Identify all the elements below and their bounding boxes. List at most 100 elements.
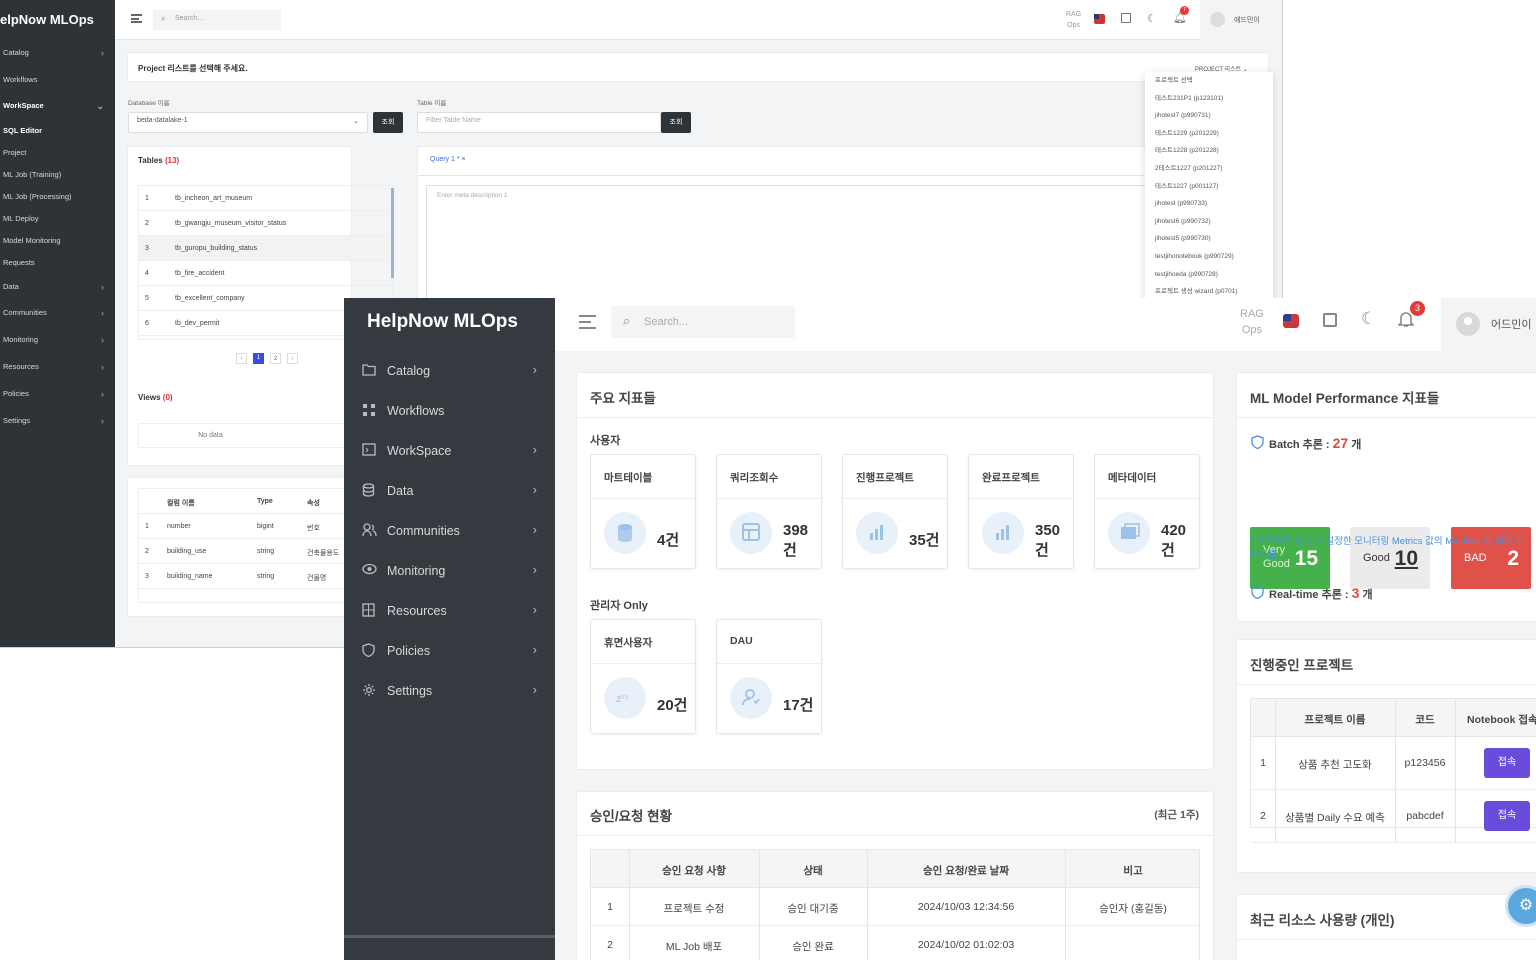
notebook-connect-button[interactable]: 접속 — [1484, 801, 1530, 831]
flag-icon[interactable] — [1283, 314, 1299, 328]
prev-page-button[interactable]: ‹ — [236, 353, 247, 364]
rag-ops-label[interactable]: RAG Ops — [1240, 306, 1264, 338]
table-label: Table 이름 — [417, 100, 447, 107]
back-sidebar-item-data[interactable]: Data › — [3, 282, 108, 296]
sidebar-item-label: Catalog — [387, 364, 431, 378]
project-option[interactable]: 테스트231P1 (p123101) — [1145, 90, 1273, 108]
col: 프로젝트 이름 — [1304, 714, 1366, 726]
fullscreen-icon[interactable] — [1121, 13, 1131, 23]
project-option[interactable]: jihotest (p990733) — [1145, 195, 1273, 213]
rag-ops-label[interactable]: RAG Ops — [1066, 9, 1081, 31]
label: Communities — [3, 308, 47, 317]
sidebar-item-communities[interactable]: Communities › — [362, 521, 537, 545]
performance-title: ML Model Performance 지표들 — [1250, 391, 1440, 406]
table-row[interactable]: 4 tb_fire_accident — [139, 261, 392, 286]
stat-card[interactable]: DAU 17건 — [716, 619, 822, 734]
tables-panel: Tables (13) 1 tb_incheon_art_museum 2 tb_g… — [127, 146, 394, 466]
notebook-connect-button[interactable]: 접속 — [1484, 748, 1530, 778]
back-sidebar-item-ml-job-processing[interactable]: ML Job (Processing) — [3, 192, 108, 206]
table-row[interactable]: 2 tb_gwangju_museum_visitor_status — [139, 211, 392, 236]
gear-icon[interactable]: ⚙ — [1505, 885, 1536, 927]
column-row[interactable]: 2 building_use string 건축물용도 — [139, 539, 352, 564]
scrollbar[interactable] — [391, 188, 394, 278]
sidebar-item-resources[interactable]: Resources › — [362, 601, 537, 625]
chevron-right-icon: › — [532, 482, 537, 497]
column-row[interactable]: 1 number bigint 번호 — [139, 514, 352, 539]
stat-card[interactable]: 휴면사용자 zᶻᶻ 20건 — [590, 619, 696, 734]
back-sidebar-item-model-monitoring[interactable]: Model Monitoring — [3, 236, 108, 250]
page-1-button[interactable]: 1 — [253, 353, 264, 364]
project-option[interactable]: testjihoeda (p990728) — [1145, 266, 1273, 284]
project-option[interactable]: testjihonotebook (p990729) — [1145, 248, 1273, 266]
back-sidebar-item-requests[interactable]: Requests — [3, 258, 108, 272]
ongoing-title: 진행중인 프로젝트 — [1250, 658, 1354, 673]
no: 1 — [1260, 757, 1266, 769]
query-editor[interactable]: Enter meta description 1 — [426, 185, 1161, 315]
table-row[interactable]: 3 tb_guropu_building_status — [139, 236, 392, 261]
sidebar-item-monitoring[interactable]: Monitoring › — [362, 561, 537, 585]
name: tb_fire_accident — [175, 270, 225, 277]
back-sidebar-item-communities[interactable]: Communities › — [3, 308, 108, 322]
stat-card[interactable]: 완료프로젝트 350 건 — [968, 454, 1074, 569]
stat-card[interactable]: 메타데이터 420 건 — [1094, 454, 1200, 569]
project-option[interactable]: jihotest6 (p990732) — [1145, 213, 1273, 231]
stat-card[interactable]: 진행프로젝트 35건 — [842, 454, 948, 569]
back-sidebar-item-resources[interactable]: Resources › — [3, 362, 108, 376]
avatar — [1456, 312, 1480, 336]
sidebar-item-catalog[interactable]: Catalog › — [362, 361, 537, 385]
menu-icon[interactable] — [579, 315, 596, 329]
next-page-button[interactable]: › — [287, 353, 298, 364]
project-option[interactable]: 2테스트1227 (p201227) — [1145, 160, 1273, 178]
sidebar-scrollbar[interactable] — [344, 935, 555, 938]
user-menu[interactable]: 에드민이 — [1200, 0, 1282, 40]
no: 2 — [145, 548, 149, 555]
sidebar-item-data[interactable]: Data › — [362, 481, 537, 505]
sidebar-item-settings[interactable]: Settings › — [362, 681, 537, 705]
user-menu[interactable]: 어드민이 — [1441, 298, 1536, 351]
fullscreen-icon[interactable] — [1323, 313, 1337, 327]
database-select[interactable]: beda-datalake-1 ⌄ — [128, 112, 368, 133]
flag-icon[interactable] — [1094, 14, 1105, 24]
resource-usage-card: 최근 리소스 사용량 (개인) — [1236, 894, 1536, 960]
back-sidebar-item-policies[interactable]: Policies › — [3, 389, 108, 403]
ongoing-row[interactable]: 1 상품 추천 고도화 p123456 접속 — [1251, 737, 1536, 790]
back-sidebar-item-ml-deploy[interactable]: ML Deploy — [3, 214, 108, 228]
moon-icon[interactable]: ☾ — [1147, 12, 1157, 25]
search-input[interactable]: ⌕ Search... — [611, 306, 795, 338]
back-sidebar-item-workflows[interactable]: Workflows — [3, 75, 108, 89]
menu-icon[interactable] — [131, 14, 142, 23]
column-row[interactable]: 3 building_name string 건물명 — [139, 564, 352, 589]
query-tab[interactable]: Query 1 * × — [430, 156, 466, 163]
back-sidebar-item-sql-editor[interactable]: SQL Editor — [3, 126, 108, 140]
approval-row[interactable]: 2 ML Job 배포 승인 완료 2024/10/02 01:02:03 — [591, 926, 1199, 960]
moon-icon[interactable]: ☾ — [1361, 309, 1376, 329]
database-query-button[interactable]: 조회 — [373, 112, 403, 133]
stat-card[interactable]: 마트테이블 4건 — [590, 454, 696, 569]
project-option[interactable]: jihotest7 (p990731) — [1145, 107, 1273, 125]
back-search-input[interactable]: Search... — [153, 10, 281, 30]
sidebar-item-policies[interactable]: Policies › — [362, 641, 537, 665]
no: 1 — [607, 901, 613, 913]
back-sidebar-item-monitoring[interactable]: Monitoring › — [3, 335, 108, 349]
project-option[interactable]: 테스트1227 (p001127) — [1145, 178, 1273, 196]
back-sidebar-item-project[interactable]: Project — [3, 148, 108, 162]
table-row[interactable]: 1 tb_incheon_art_museum — [139, 186, 392, 211]
sidebar-item-workspace[interactable]: WorkSpace › — [362, 441, 537, 465]
approval-row[interactable]: 1 프로젝트 수정 승인 대기중 2024/10/03 12:34:56 승인자… — [591, 888, 1199, 926]
stat-card[interactable]: 쿼리조회수 398 건 — [716, 454, 822, 569]
back-sidebar-item-catalog[interactable]: Catalog › — [3, 48, 108, 62]
back-sidebar-item-workspace[interactable]: WorkSpace ⌄ — [3, 101, 108, 115]
page-2-button[interactable]: 2 — [270, 353, 281, 364]
back-sidebar-item-ml-job-training[interactable]: ML Job (Training) — [3, 170, 108, 184]
stat-value: 35건 — [909, 532, 940, 549]
ongoing-row[interactable]: 2 상품별 Daily 수요 예측 pabcdef 접속 — [1251, 790, 1536, 843]
table-filter-input[interactable]: Filter Table Name — [417, 112, 661, 133]
table-query-button[interactable]: 조회 — [661, 112, 691, 133]
project-option[interactable]: 테스트1228 (p201228) — [1145, 142, 1273, 160]
back-sidebar-item-settings[interactable]: Settings › — [3, 416, 108, 430]
project-option[interactable]: 프로젝트 선택 — [1145, 72, 1273, 90]
project-option[interactable]: jihotest5 (p990730) — [1145, 230, 1273, 248]
sidebar-item-workflows[interactable]: Workflows — [362, 401, 537, 425]
label: Settings — [3, 416, 31, 425]
project-option[interactable]: 테스트1229 (p201229) — [1145, 125, 1273, 143]
